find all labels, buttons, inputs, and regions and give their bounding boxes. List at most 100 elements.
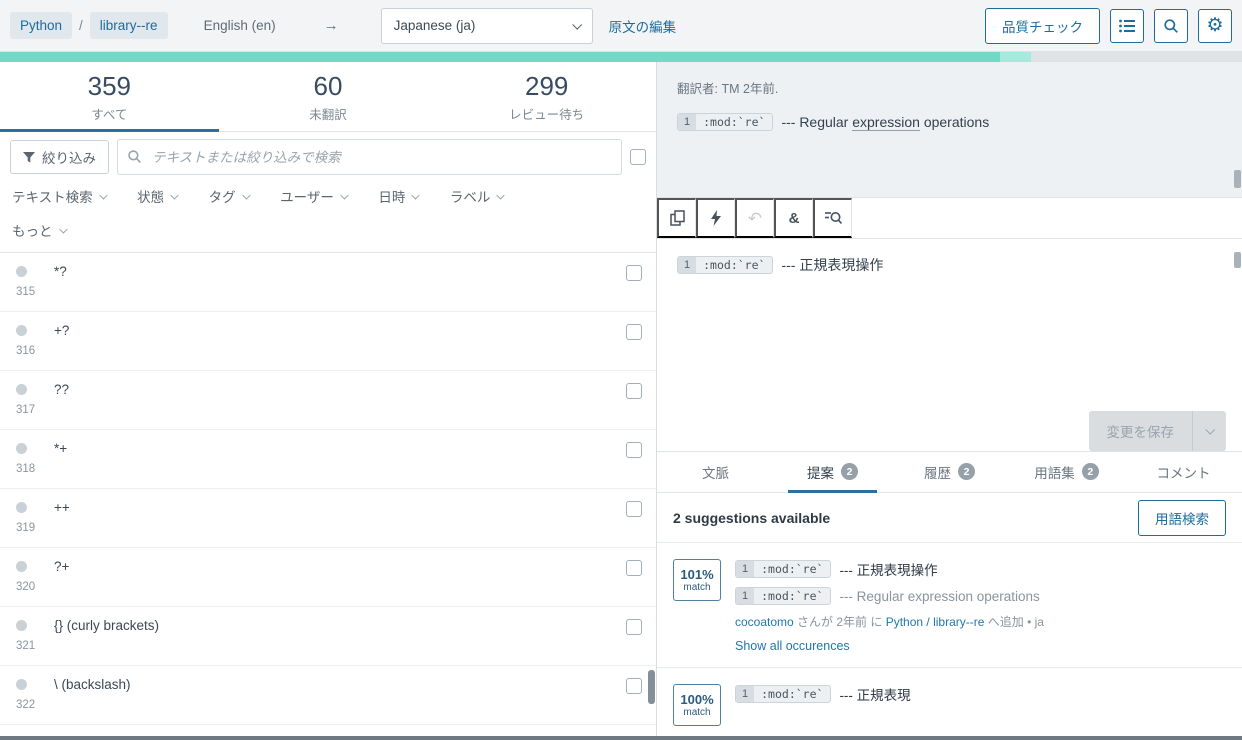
row-checkbox[interactable] <box>626 324 642 340</box>
show-all-occurrences-link[interactable]: Show all occurences <box>735 639 850 653</box>
filter-button[interactable]: 絞り込み <box>10 140 109 174</box>
string-id: 318 <box>16 463 54 475</box>
settings-button[interactable]: ⚙ <box>1198 9 1232 43</box>
tab-comments-label: コメント <box>1157 462 1211 482</box>
filter-user[interactable]: ユーザー <box>280 186 346 206</box>
glossary-count-badge: 2 <box>1082 463 1099 480</box>
right-scrollbar-mark[interactable] <box>1234 170 1241 188</box>
tab-suggestions[interactable]: 提案 2 <box>774 452 891 492</box>
status-dot-icon <box>16 384 27 395</box>
filter-label[interactable]: ラベル <box>450 186 503 206</box>
progress-translated-segment <box>0 52 1000 62</box>
top-bar: Python / library--re English (en) → Japa… <box>0 0 1242 52</box>
glossary-search-button[interactable]: 用語検索 <box>1138 500 1226 536</box>
match-label: match <box>683 707 710 718</box>
source-language-label: English (en) <box>204 18 276 33</box>
save-button-group: 変更を保存 <box>1089 411 1227 451</box>
status-dot-icon <box>16 502 27 513</box>
string-text: ?+ <box>54 556 626 606</box>
select-all-checkbox[interactable] <box>630 149 646 165</box>
tab-waiting-review-count: 299 <box>437 71 656 102</box>
search-icon <box>127 149 142 164</box>
search-filter-row: 絞り込み <box>0 132 656 182</box>
list-item[interactable]: 317 ?? <box>0 371 656 430</box>
right-scrollbar-mark[interactable] <box>1234 252 1241 268</box>
status-dot-icon <box>16 443 27 454</box>
row-checkbox[interactable] <box>626 560 642 576</box>
source-text: --- Regular expression operations <box>781 114 989 130</box>
special-characters-button[interactable]: & <box>774 198 813 237</box>
filter-text-search[interactable]: テキスト検索 <box>12 186 105 206</box>
filter-button-label: 絞り込み <box>42 147 96 167</box>
undo-button[interactable]: ↶ <box>735 198 774 237</box>
list-item[interactable]: 318 *+ <box>0 430 656 489</box>
tab-history[interactable]: 履歴 2 <box>891 452 1008 492</box>
row-checkbox[interactable] <box>626 383 642 399</box>
header-actions: 品質チェック ⚙ <box>985 8 1232 44</box>
machine-translate-button[interactable] <box>696 198 735 237</box>
filter-tags[interactable]: タグ <box>209 186 249 206</box>
horizontal-scrollbar[interactable] <box>0 736 1242 740</box>
search-strings-button[interactable] <box>813 198 852 237</box>
translation-input-area[interactable]: 1 :mod:`re` --- 正規表現操作 <box>657 239 1242 411</box>
list-item[interactable]: 319 ++ <box>0 489 656 548</box>
suggestion-meta: cocoatomo さんが 2年前 に Python / library--re… <box>735 613 1226 630</box>
search-input[interactable] <box>117 139 622 175</box>
special-characters-icon: & <box>789 211 800 226</box>
target-language-value: Japanese (ja) <box>394 18 476 33</box>
tag-number: 1 <box>678 257 696 273</box>
list-item[interactable]: 320 ?+ <box>0 548 656 607</box>
target-language-select[interactable]: Japanese (ja) <box>381 8 593 44</box>
editor-toolbar: ↶ & <box>657 198 1242 238</box>
row-checkbox[interactable] <box>626 442 642 458</box>
suggestion-item[interactable]: 101% match 1 :mod:`re` --- 正規表現操作 1 <box>657 543 1242 668</box>
tab-all-count: 359 <box>0 71 219 102</box>
chevron-down-icon <box>171 191 179 199</box>
tab-all-strings[interactable]: 359 すべて <box>0 62 219 131</box>
string-text: +? <box>54 320 626 370</box>
list-view-button[interactable] <box>1110 9 1144 43</box>
list-scrollbar-thumb[interactable] <box>648 670 655 704</box>
tab-all-label: すべて <box>0 104 219 123</box>
source-text-suffix: operations <box>920 114 989 130</box>
quality-check-button[interactable]: 品質チェック <box>985 8 1100 44</box>
filter-status[interactable]: 状態 <box>137 186 177 206</box>
save-options-button[interactable] <box>1192 411 1226 451</box>
suggestion-target-text: --- 正規表現 <box>839 684 910 704</box>
suggestions-count-text: 2 suggestions available <box>673 510 830 526</box>
tab-comments[interactable]: コメント <box>1125 452 1242 492</box>
copy-source-button[interactable] <box>657 198 696 237</box>
filter-date[interactable]: 日時 <box>378 186 418 206</box>
breadcrumb-project[interactable]: Python <box>10 12 72 39</box>
save-changes-button[interactable]: 変更を保存 <box>1089 411 1193 451</box>
main-area: 359 すべて 60 未翻訳 299 レビュー待ち 絞り込み <box>0 62 1242 739</box>
list-item[interactable]: 321 {} (curly brackets) <box>0 607 656 666</box>
row-checkbox[interactable] <box>626 678 642 694</box>
edit-source-link[interactable]: 原文の編集 <box>609 16 677 36</box>
search-button[interactable] <box>1154 9 1188 43</box>
string-id: 317 <box>16 404 54 416</box>
breadcrumb-resource[interactable]: library--re <box>90 12 168 39</box>
row-checkbox[interactable] <box>626 265 642 281</box>
progress-light-segment <box>1000 52 1031 62</box>
row-checkbox[interactable] <box>626 501 642 517</box>
tab-glossary[interactable]: 用語集 2 <box>1008 452 1125 492</box>
row-left-col: 317 <box>16 379 54 429</box>
glossary-term[interactable]: expression <box>852 114 920 131</box>
tab-history-label: 履歴 <box>924 462 951 482</box>
tab-waiting-review[interactable]: 299 レビュー待ち <box>437 62 656 131</box>
list-item[interactable]: 316 +? <box>0 312 656 371</box>
row-checkbox[interactable] <box>626 619 642 635</box>
tab-context[interactable]: 文脈 <box>657 452 774 492</box>
more-filters-toggle[interactable]: もっと <box>12 220 644 240</box>
suggestion-item[interactable]: 100% match 1 :mod:`re` --- 正規表現 <box>657 668 1242 739</box>
list-item[interactable]: 315 *? <box>0 253 656 312</box>
save-row: 変更を保存 <box>657 411 1242 451</box>
suggestion-project-link[interactable]: Python / library--re <box>886 615 985 629</box>
suggestion-user-link[interactable]: cocoatomo <box>735 615 794 629</box>
lightning-icon <box>710 210 722 226</box>
suggestion-source-text: --- Regular expression operations <box>839 589 1039 604</box>
tag-code: :mod:`re` <box>754 588 830 604</box>
list-item[interactable]: 322 \ (backslash) <box>0 666 656 725</box>
tab-untranslated[interactable]: 60 未翻訳 <box>219 62 438 131</box>
